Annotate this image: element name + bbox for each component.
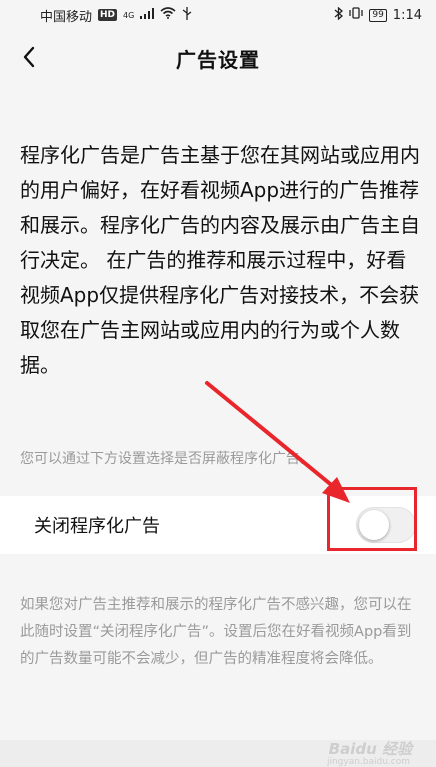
annotation-arrow-icon — [205, 381, 350, 503]
baidu-watermark-url: jingyan.baidu.com — [326, 757, 410, 767]
baidu-watermark-logo: Baidu 经验 — [328, 740, 412, 758]
